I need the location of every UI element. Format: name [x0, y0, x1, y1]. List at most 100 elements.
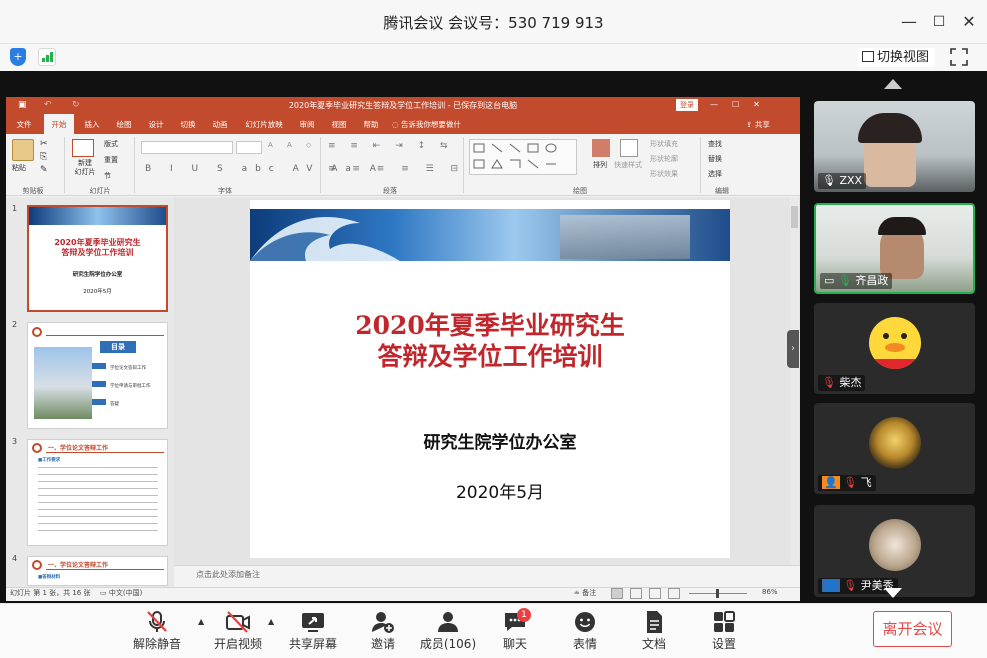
tab-draw[interactable]: 绘图 [110, 114, 138, 134]
login-button[interactable]: 登录 [676, 99, 698, 111]
redo-icon[interactable]: ↻ [72, 99, 82, 111]
slide-thumbnail-1[interactable]: 2020年夏季毕业研究生答辩及学位工作培训 研究生院学位办公室 2020年5月 [27, 205, 168, 312]
participant-hair [878, 217, 926, 235]
maximize-button[interactable]: ☐ [927, 10, 951, 34]
editor-scrollbar[interactable] [790, 197, 799, 565]
crown-avatar [869, 417, 921, 469]
paragraph-list-buttons[interactable]: ≡ ≡ ⇤ ⇥ ↕ ⇆ [328, 141, 454, 151]
shape-effect-button[interactable]: 形状效果 [650, 169, 678, 179]
proofing-icon: ▭ [100, 589, 109, 597]
leave-meeting-button[interactable]: 离开会议 [873, 611, 952, 647]
slide-thumbnail-3[interactable]: 一、学位论文答辩工作 ■工作要求 [27, 439, 168, 546]
reactions-button[interactable]: 表情 [550, 609, 620, 655]
ribbon-separator [320, 137, 321, 193]
undo-icon[interactable]: ↶ [44, 99, 54, 111]
minimize-button[interactable]: — [897, 10, 921, 34]
participant-video-tile[interactable]: 🎙 ZXX [814, 101, 975, 192]
documents-button[interactable]: 文档 [619, 609, 689, 655]
invite-button[interactable]: 邀请 [348, 609, 418, 655]
reset-button[interactable]: 重置 [104, 155, 118, 165]
switch-view-icon [862, 51, 874, 62]
fullscreen-icon[interactable] [949, 47, 969, 67]
members-button[interactable]: 成员(106) [413, 609, 483, 655]
tab-view[interactable]: 视图 [325, 114, 353, 134]
slide-thumbnail-2[interactable]: 目录 学位论文答辩工作 学位申请与审批工作 答疑 [27, 322, 168, 429]
scroll-up-icon[interactable] [884, 79, 902, 89]
tab-insert[interactable]: 插入 [78, 114, 106, 134]
unmute-button[interactable]: 解除静音 [122, 609, 192, 655]
notes-placeholder[interactable]: 点击此处添加备注 [174, 565, 800, 587]
slide-thumbnail-4[interactable]: 一、学位论文答辩工作 ■答辩材料 [27, 556, 168, 586]
ppt-window-controls[interactable]: —☐✕ [710, 99, 790, 111]
thumb-number: 2 [12, 320, 18, 329]
arrange-icon[interactable] [592, 139, 610, 157]
new-slide-icon[interactable] [72, 139, 94, 157]
chat-button[interactable]: 聊天 [480, 609, 550, 655]
emoji-icon [575, 612, 595, 632]
participant-avatar-tile[interactable]: 👤 🎙 尹美秀 [814, 505, 975, 597]
tab-review[interactable]: 审阅 [293, 114, 321, 134]
tab-home[interactable]: 开始 [44, 114, 74, 134]
tell-me-search[interactable]: ◌ 告诉我你想要做什么 [392, 114, 468, 150]
reactions-label: 表情 [572, 637, 597, 651]
paste-icon[interactable] [12, 139, 34, 161]
toc-item: 答疑 [92, 399, 119, 407]
font-name-box[interactable] [141, 141, 233, 154]
normal-view-icon[interactable] [611, 588, 623, 599]
slideshow-view-icon[interactable] [668, 588, 680, 599]
group-drawing-label: 绘图 [573, 187, 587, 195]
tab-animations[interactable]: 动画 [206, 114, 234, 134]
participant-avatar-tile[interactable]: 🎙 柴杰 [814, 303, 975, 394]
share-screen-button[interactable]: 共享屏幕 [278, 609, 348, 655]
find-button[interactable]: 查找 [708, 139, 722, 149]
reading-view-icon[interactable] [649, 588, 661, 599]
ribbon-separator [700, 137, 701, 193]
slide-title-line1: 2020年夏季毕业研究生 [355, 311, 625, 340]
screen-share-icon: ▭ [824, 274, 838, 287]
zoom-level[interactable]: 86% [762, 588, 778, 596]
video-options-caret[interactable]: ▲ [268, 617, 274, 626]
section-button[interactable]: 节 [104, 171, 111, 181]
tab-help[interactable]: 帮助 [357, 114, 385, 134]
notes-toggle[interactable]: ≐ 备注 [574, 588, 596, 598]
font-size-box[interactable] [236, 141, 262, 154]
shape-fill-button[interactable]: 形状填充 [650, 139, 678, 149]
scroll-down-icon[interactable] [884, 588, 902, 598]
share-icon: ⇪ [746, 120, 755, 129]
clipboard-tools[interactable]: ✂ ⎘ ✎ [40, 138, 48, 177]
collapse-panel-button[interactable]: › [787, 330, 799, 368]
close-button[interactable]: ✕ [957, 10, 981, 34]
sorter-view-icon[interactable] [630, 588, 642, 599]
person-icon: 👤 [822, 476, 840, 489]
language-status: ▭ 中文(中国) [100, 588, 142, 598]
tab-transitions[interactable]: 切换 [174, 114, 202, 134]
tab-file[interactable]: 文件 [10, 114, 38, 134]
layout-button[interactable]: 版式 [104, 139, 118, 149]
lightbulb-icon: ◌ [392, 120, 401, 129]
participant-video-tile-active[interactable]: ▭ 🎙 齐昌政 [814, 203, 975, 294]
network-signal-icon[interactable] [38, 48, 56, 66]
switch-view-button[interactable]: 切换视图 [857, 48, 935, 67]
tab-slideshow[interactable]: 幻灯片放映 [240, 114, 288, 134]
documents-label: 文档 [641, 637, 666, 651]
font-size-buttons[interactable]: A A ◇ [268, 141, 317, 149]
security-shield-icon[interactable]: + [10, 48, 26, 66]
group-slides-label: 幻灯片 [89, 187, 111, 195]
tab-design[interactable]: 设计 [142, 114, 170, 134]
thumb-heading: 一、学位论文答辩工作 [48, 562, 109, 569]
save-icon[interactable]: ▣ [18, 99, 28, 111]
zoom-slider-thumb[interactable] [716, 589, 719, 598]
campus-photo [34, 347, 92, 419]
logo-icon [32, 327, 42, 337]
share-button[interactable]: ⇪ 共享 [740, 114, 776, 134]
select-button[interactable]: 选择 [708, 169, 722, 179]
participant-avatar-tile[interactable]: 👤 🎙 飞 [814, 403, 975, 494]
replace-button[interactable]: 替换 [708, 154, 722, 164]
shapes-gallery[interactable] [469, 139, 577, 175]
settings-button[interactable]: 设置 [689, 609, 759, 655]
paragraph-align-buttons[interactable]: ≡ ≡ ≡ ≡ ☰ ⊟ [328, 164, 465, 174]
start-video-button[interactable]: 开启视频 [203, 609, 273, 655]
editor-scroll-thumb[interactable] [791, 206, 798, 228]
shape-outline-button[interactable]: 形状轮廓 [650, 154, 678, 164]
quick-styles-icon[interactable] [620, 139, 638, 157]
